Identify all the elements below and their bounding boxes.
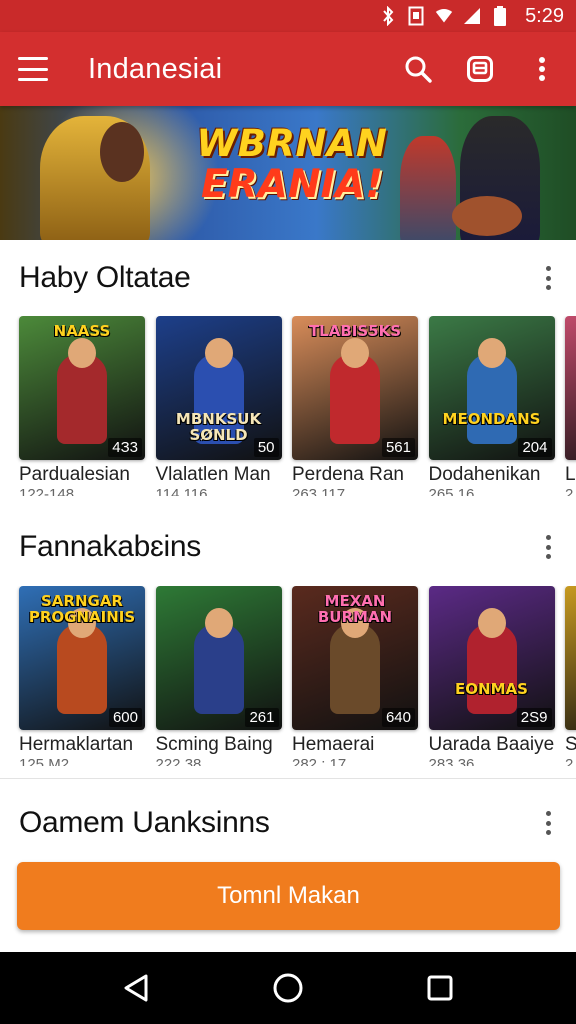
game-thumbnail [565, 586, 576, 730]
game-meta: 263 117 [292, 486, 346, 496]
thumbnail-logo: SARNGAR PROGNAINIS [28, 592, 136, 626]
section-more-icon[interactable] [536, 808, 560, 838]
thumbnail-character-head [477, 338, 506, 368]
game-thumbnail: MEXAN BURMAN 640 [292, 586, 418, 730]
game-meta: 125 M2 [19, 756, 70, 766]
back-icon[interactable] [114, 966, 158, 1010]
game-title: Scming Baing [155, 734, 273, 755]
game-title: Dodahenikan [428, 464, 541, 485]
game-meta: 283 36 [428, 756, 475, 766]
thumbnail-badge: 261 [245, 708, 279, 727]
system-nav-bar [0, 952, 576, 1024]
game-title: Vlalatlen Man [155, 464, 271, 485]
banner-guitar [452, 196, 522, 236]
game-meta: 122-148 [19, 486, 75, 496]
card-row-2: SARNGAR PROGNAINIS 600 Hermaklartan 125 M2 2… [0, 586, 576, 766]
thumbnail-logo: EONMAS [455, 680, 528, 698]
cast-icon[interactable] [460, 49, 500, 89]
game-card[interactable]: SARNGAR PROGNAINIS 600 Hermaklartan 125 M2 [19, 586, 145, 766]
section-header-3: Oamem Uanksinns [0, 795, 576, 851]
clock: 5:29 [525, 4, 564, 27]
section-header-1: Haby Oltatae [0, 250, 576, 306]
banner-figure-left [100, 122, 144, 182]
game-title: Pardualesian [19, 464, 130, 485]
primary-action-button[interactable]: Tomnl Makan [17, 862, 560, 930]
status-bar: 5:29 [0, 0, 576, 32]
thumbnail-background [565, 316, 576, 460]
game-thumbnail [565, 316, 576, 460]
game-title: S [565, 734, 576, 755]
game-thumbnail: SARNGAR PROGNAINIS 600 [19, 586, 145, 730]
game-meta: 222 38 [155, 756, 202, 766]
section-more-icon[interactable] [536, 532, 560, 562]
game-meta: 2 [565, 486, 574, 496]
thumbnail-background [565, 586, 576, 730]
banner-headline-line2: ERANIA! [201, 161, 383, 207]
banner-headline-line1: WBRNAN [196, 122, 388, 165]
notification-icon [407, 6, 425, 26]
app-bar: Indanesiai [0, 32, 576, 106]
promo-banner[interactable]: WBRNAN ERANIA! [0, 106, 576, 240]
thumbnail-badge: 640 [381, 708, 415, 727]
signal-icon [463, 7, 481, 25]
game-thumbnail: MBNKSUK SØNLD 50 [155, 316, 282, 460]
wifi-icon [435, 7, 453, 25]
game-thumbnail: EONMAS 2S9 [428, 586, 555, 730]
game-title: Hermaklartan [19, 734, 134, 755]
section-title: Haby Oltatae [19, 261, 191, 294]
section-header-2: Fannakabɛins [0, 519, 576, 575]
game-card[interactable]: MBNKSUK SØNLD 50 Vlalatlen Man 114 116 [155, 316, 282, 496]
app-title: Indanesiai [88, 52, 223, 85]
game-card[interactable]: TLABIS5KS 561 Perdena Ran 263 117 [292, 316, 418, 496]
game-card[interactable]: L2 [565, 316, 576, 496]
divider [0, 778, 576, 779]
thumbnail-character-head [204, 338, 233, 368]
game-title: Perdena Ran [292, 464, 404, 485]
game-card[interactable]: 261 Scming Baing 222 38 [155, 586, 282, 766]
game-card[interactable]: NAASS 4З3 Pardualesian 122-148 [19, 316, 145, 496]
game-meta: 282 : 17 [292, 756, 347, 766]
thumbnail-badge: 50 [253, 438, 279, 457]
thumbnail-logo: NAASS [53, 322, 111, 340]
game-title: Hemaerai [292, 734, 375, 755]
thumbnail-logo: MEONDANS [442, 410, 541, 428]
game-thumbnail: 261 [155, 586, 282, 730]
bluetooth-icon [379, 6, 397, 26]
battery-icon [491, 6, 509, 26]
home-icon[interactable] [266, 966, 310, 1010]
thumbnail-logo: MEXAN BURMAN [317, 592, 393, 626]
game-thumbnail: MEONDANS 204 [428, 316, 555, 460]
thumbnail-logo: TLABIS5KS [308, 322, 402, 340]
thumbnail-character-head [68, 338, 96, 368]
search-icon[interactable] [398, 49, 438, 89]
thumbnail-character-head [341, 338, 369, 368]
section-title: Oamem Uanksinns [19, 806, 270, 839]
thumbnail-character-head [477, 608, 506, 638]
card-row-1: NAASS 4З3 Pardualesian 122-148 MBNKSUK SØNLD… [0, 316, 576, 496]
game-card[interactable]: MEXAN BURMAN 640 Hemaerai 282 : 17 [292, 586, 418, 766]
game-thumbnail: TLABIS5KS 561 [292, 316, 418, 460]
thumbnail-badge: 204 [518, 438, 552, 457]
banner-figure-right [400, 136, 456, 240]
game-meta: 2 [565, 756, 574, 766]
banner-headline: WBRNAN ERANIA! [192, 124, 392, 206]
thumbnail-badge: 561 [381, 438, 415, 457]
game-title: Uarada Baaiye [428, 734, 555, 755]
game-card[interactable]: S2 [565, 586, 576, 766]
thumbnail-character-head [204, 608, 233, 638]
thumbnail-badge: 2S9 [516, 708, 552, 727]
thumbnail-badge: 600 [108, 708, 142, 727]
game-card[interactable]: EONMAS 2S9 Uarada Baaiye 283 36 [428, 586, 555, 766]
more-vert-icon[interactable] [522, 49, 562, 89]
recents-icon[interactable] [418, 966, 462, 1010]
section-more-icon[interactable] [536, 263, 560, 293]
section-title: Fannakabɛins [19, 530, 201, 563]
game-meta: 265 16 [428, 486, 475, 496]
game-thumbnail: NAASS 4З3 [19, 316, 145, 460]
menu-icon[interactable] [18, 57, 48, 81]
thumbnail-badge: 4З3 [108, 438, 142, 457]
game-card[interactable]: MEONDANS 204 Dodahenikan 265 16 [428, 316, 555, 496]
game-meta: 114 116 [155, 486, 208, 496]
game-title: L [565, 464, 576, 485]
